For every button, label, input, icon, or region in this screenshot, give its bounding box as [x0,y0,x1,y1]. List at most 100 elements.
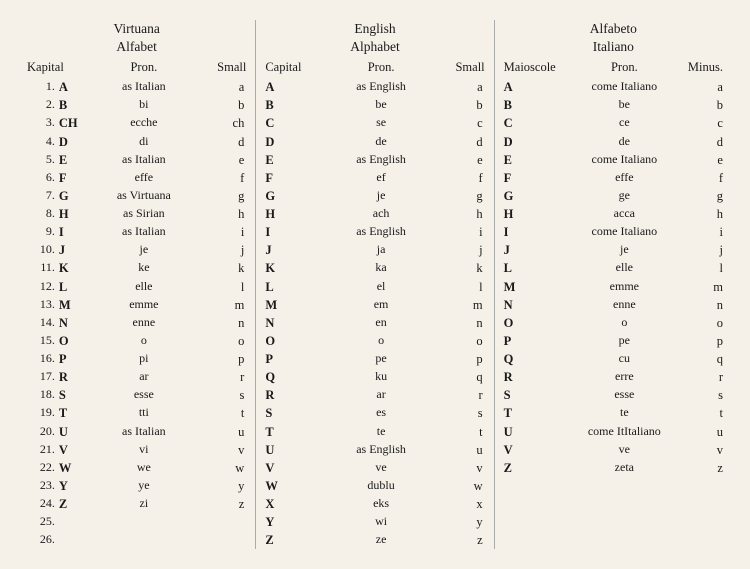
table-row: 10.Jjej [25,241,248,259]
table-row: 14.Nennen [25,314,248,332]
table-row: Sess [263,404,486,422]
table-row: Acome Italianoa [502,78,725,96]
table-row: Rerrer [502,368,725,386]
english-title1: English [263,20,486,38]
table-row: 25. [25,513,248,530]
table-row: Dded [263,133,486,151]
divider-1 [255,20,256,549]
table-row: Xeksx [263,495,486,513]
table-row: Haccah [502,205,725,223]
table-row: Aas Englisha [263,78,486,96]
italian-header: Alfabeto Italiano [502,20,725,55]
table-row: Nenn [263,314,486,332]
table-row: 8.Has Sirianh [25,205,248,223]
table-row: Memmem [502,278,725,296]
table-row: 13.Memmem [25,296,248,314]
table-row: Bbeb [263,96,486,114]
english-header: English Alphabet [263,20,486,55]
table-row: Sesses [502,386,725,404]
table-row: Csec [263,114,486,132]
table-row: Icome Italianoi [502,223,725,241]
italian-column: Alfabeto Italiano Maioscole Pron. Minus.… [502,20,725,477]
table-row: Ppep [502,332,725,350]
table-row: Lellel [502,259,725,277]
table-row: 11.Kkek [25,259,248,277]
table-row: Ttet [502,404,725,422]
table-row: Hachh [263,205,486,223]
table-row: Bbeb [502,96,725,114]
table-row: 22.Wwew [25,459,248,477]
table-row: Ooo [263,332,486,350]
table-row: Lell [263,278,486,296]
english-th-pron: Pron. [334,58,428,78]
table-row: 18.Sesses [25,386,248,404]
english-th-small: Small [428,58,486,78]
table-row: 3.CHecchech [25,114,248,132]
table-row: Uas Englishu [263,441,486,459]
table-row: 7.Gas Virtuanag [25,187,248,205]
italian-table: Maioscole Pron. Minus. Acome ItalianoaBb… [502,58,725,477]
table-row: 26. [25,531,248,548]
italian-title1: Alfabeto [502,20,725,38]
table-row: Gjeg [263,187,486,205]
table-row: Ecome Italianoe [502,151,725,169]
table-row: Qkuq [263,368,486,386]
table-row: Vvev [263,459,486,477]
divider-2 [494,20,495,549]
table-row: 24.Zziz [25,495,248,513]
virtuana-th-small: Small [193,58,249,78]
table-row: Zzetaz [502,459,725,477]
table-row: Rarr [263,386,486,404]
columns-wrapper: Virtuana Alfabet Kapital Pron. Small 1.A… [25,20,725,549]
virtuana-th-kapital: Kapital [25,58,95,78]
table-row: 2.Bbib [25,96,248,114]
virtuana-header: Virtuana Alfabet [25,20,248,55]
english-th-capital: Capital [263,58,334,78]
table-row: Jjej [502,241,725,259]
virtuana-th-pron: Pron. [95,58,192,78]
table-row: Wdubluw [263,477,486,495]
italian-th-maioscole: Maioscole [502,58,575,78]
table-row: Jjaj [263,241,486,259]
table-row: Ucome ItItalianou [502,423,725,441]
table-row: 5.Eas Italiane [25,151,248,169]
table-row: Ias Englishi [263,223,486,241]
table-row: 1.Aas Italiana [25,78,248,96]
table-row: 21.Vviv [25,441,248,459]
table-row: 15.Ooo [25,332,248,350]
table-row: Ywiy [263,513,486,531]
virtuana-title1: Virtuana [25,20,248,38]
english-column: English Alphabet Capital Pron. Small Aas… [263,20,486,549]
table-row: 6.Feffef [25,169,248,187]
table-row: 20.Uas Italianu [25,423,248,441]
english-title2: Alphabet [263,38,486,56]
table-row: 16.Ppip [25,350,248,368]
table-row: Ttet [263,423,486,441]
virtuana-table: Kapital Pron. Small 1.Aas Italiana2.Bbib… [25,58,248,548]
table-row: Ppep [263,350,486,368]
italian-th-minus: Minus. [674,58,725,78]
table-row: Ccec [502,114,725,132]
table-row: 19.Tttit [25,404,248,422]
table-row: Kkak [263,259,486,277]
table-row: Memm [263,296,486,314]
table-row: Ooo [502,314,725,332]
table-row: Qcuq [502,350,725,368]
table-row: 23.Yyey [25,477,248,495]
table-row: 4.Ddid [25,133,248,151]
table-row: Feffef [502,169,725,187]
table-row: 12.Lellel [25,278,248,296]
italian-th-pron: Pron. [574,58,674,78]
table-row: Eas Englishe [263,151,486,169]
page: Virtuana Alfabet Kapital Pron. Small 1.A… [10,10,740,559]
virtuana-title2: Alfabet [25,38,248,56]
table-row: Vvev [502,441,725,459]
virtuana-column: Virtuana Alfabet Kapital Pron. Small 1.A… [25,20,248,548]
table-row: 17.Rarr [25,368,248,386]
table-row: 9.Ias Italiani [25,223,248,241]
table-row: Ggeg [502,187,725,205]
english-table: Capital Pron. Small Aas EnglishaBbebCsec… [263,58,486,549]
table-row: Nennen [502,296,725,314]
table-row: Zzez [263,531,486,549]
table-row: Feff [263,169,486,187]
